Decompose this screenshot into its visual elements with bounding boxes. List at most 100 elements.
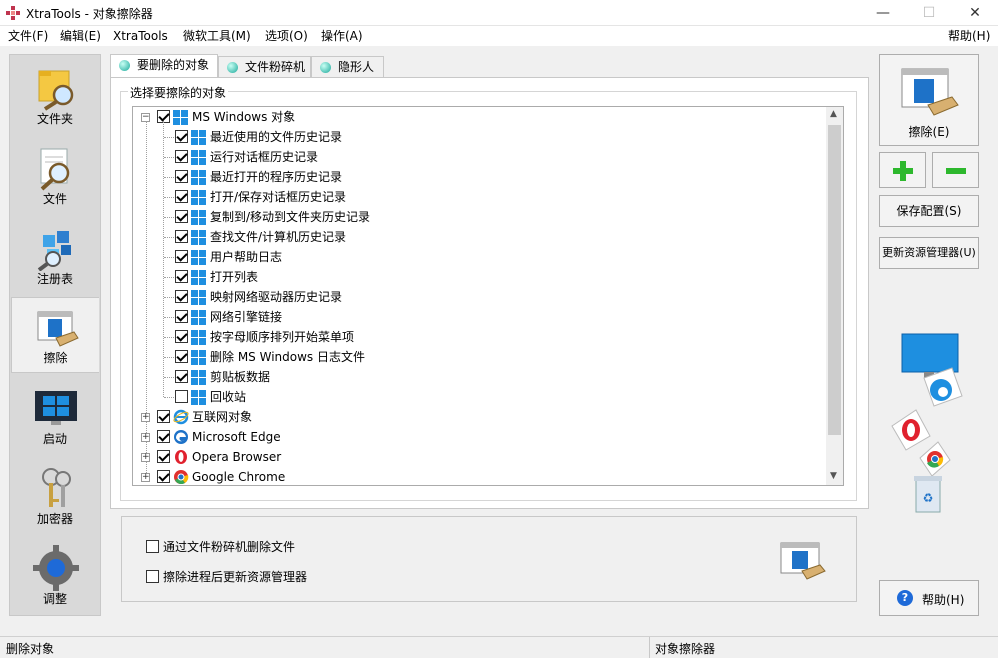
tree-item[interactable]: 网络引擎链接 — [133, 307, 823, 327]
expand-toggle-icon[interactable]: + — [141, 413, 150, 422]
close-button[interactable]: ✕ — [952, 0, 998, 26]
tree-checkbox[interactable] — [175, 150, 188, 163]
tree-item[interactable]: 删除 MS Windows 日志文件 — [133, 347, 823, 367]
tree-checkbox[interactable] — [175, 350, 188, 363]
recycle-bin-icon: ♻ — [914, 476, 942, 513]
menu-options[interactable]: 选项(O) — [261, 26, 312, 46]
tree-item[interactable]: 打开列表 — [133, 267, 823, 287]
menu-xtratools[interactable]: XtraTools — [109, 26, 172, 46]
tree-checkbox[interactable] — [175, 190, 188, 203]
option-shred-files[interactable]: 通过文件粉碎机删除文件 — [146, 538, 295, 556]
nav-startup[interactable]: 启动 — [11, 377, 99, 453]
tree-guide-line — [164, 377, 174, 378]
option-refresh-explorer[interactable]: 擦除进程后更新资源管理器 — [146, 568, 307, 586]
windows-logo-icon — [191, 230, 206, 245]
tree-checkbox[interactable] — [175, 210, 188, 223]
scroll-up-icon[interactable]: ▲ — [830, 109, 837, 119]
tree-root[interactable]: + Opera Browser — [133, 447, 823, 467]
tab-file-shredder[interactable]: 文件粉碎机 — [218, 56, 311, 78]
tree-root[interactable]: + Microsoft Edge — [133, 427, 823, 447]
add-button[interactable] — [879, 152, 926, 188]
tree-checkbox[interactable] — [157, 470, 170, 483]
keys-icon — [42, 468, 71, 507]
expand-toggle-icon[interactable]: + — [141, 433, 150, 442]
nav-tweak[interactable]: 调整 — [11, 537, 99, 613]
windows-logo-icon — [191, 390, 206, 405]
save-config-button[interactable]: 保存配置(S) — [879, 195, 979, 227]
nav-registry[interactable]: 注册表 — [11, 217, 99, 293]
tree-checkbox[interactable] — [175, 130, 188, 143]
tree-checkbox[interactable] — [175, 290, 188, 303]
tree-item[interactable]: 打开/保存对话框历史记录 — [133, 187, 823, 207]
nav-encryptor[interactable]: 加密器 — [11, 457, 99, 533]
tree-label: 互联网对象 — [192, 410, 253, 424]
maximize-button[interactable]: ☐ — [906, 0, 952, 26]
tab-invisible-man[interactable]: 隐形人 — [311, 56, 384, 78]
tree-item[interactable]: 回收站 — [133, 387, 823, 407]
nav-folder[interactable]: 文件夹 — [11, 57, 99, 133]
tree-guide-line — [164, 357, 174, 358]
tree-item[interactable]: 映射网络驱动器历史记录 — [133, 287, 823, 307]
tree-checkbox[interactable] — [157, 450, 170, 463]
erase-button[interactable]: 擦除(E) — [879, 54, 979, 146]
nav-erase[interactable]: 擦除 — [11, 297, 99, 373]
tree-checkbox[interactable] — [175, 390, 188, 403]
tree-item[interactable]: 最近使用的文件历史记录 — [133, 127, 823, 147]
menu-actions[interactable]: 操作(A) — [317, 26, 367, 46]
tree-item[interactable]: 用户帮助日志 — [133, 247, 823, 267]
tree-item[interactable]: 复制到/移动到文件夹历史记录 — [133, 207, 823, 227]
tree-checkbox[interactable] — [175, 330, 188, 343]
tree-label: Opera Browser — [192, 450, 282, 464]
status-left: 删除对象 — [6, 642, 55, 656]
menu-edit[interactable]: 编辑(E) — [56, 26, 105, 46]
windows-logo-icon — [191, 290, 206, 305]
tree-checkbox[interactable] — [175, 230, 188, 243]
update-explorer-button[interactable]: 更新资源管理器(U) — [879, 237, 979, 269]
tree-item[interactable]: 运行对话框历史记录 — [133, 147, 823, 167]
status-bar: 删除对象 对象擦除器 — [0, 636, 998, 658]
tree-root[interactable]: + Google Chrome — [133, 467, 823, 485]
object-tree[interactable]: − MS Windows 对象最近使用的文件历史记录运行对话框历史记录 最近打开的程… — [132, 106, 844, 486]
tree-checkbox[interactable] — [175, 370, 188, 383]
tree-item[interactable]: 剪贴板数据 — [133, 367, 823, 387]
help-button[interactable]: ? 帮助(H) — [879, 580, 979, 616]
remove-button[interactable] — [932, 152, 979, 188]
tree-guide-line — [164, 177, 174, 178]
tree-label: 最近使用的文件历史记录 — [210, 130, 343, 144]
windows-logo-icon — [191, 330, 206, 345]
tree-checkbox[interactable] — [175, 250, 188, 263]
erase-window-icon — [780, 542, 826, 580]
scroll-down-icon[interactable]: ▼ — [830, 471, 837, 481]
tree-root-ms-windows[interactable]: − MS Windows 对象 — [133, 107, 823, 127]
title-bar[interactable]: XtraTools - 对象擦除器 — ☐ ✕ — [0, 0, 998, 26]
tree-root[interactable]: + 互联网对象 — [133, 407, 823, 427]
tree-checkbox[interactable] — [157, 410, 170, 423]
tab-dot-icon — [320, 62, 331, 73]
tree-item[interactable]: 按字母顺序排列开始菜单项 — [133, 327, 823, 347]
nav-label: 文件 — [42, 192, 67, 206]
expand-toggle-icon[interactable]: + — [141, 453, 150, 462]
shred-files-checkbox[interactable] — [146, 540, 159, 553]
tab-dot-icon — [119, 60, 130, 71]
chrome-page-icon — [919, 441, 951, 477]
windows-logo-icon — [191, 190, 206, 205]
tree-item[interactable]: 最近打开的程序历史记录 — [133, 167, 823, 187]
browser-cleanup-illustration: ♻ — [891, 333, 963, 513]
tree-checkbox[interactable] — [175, 270, 188, 283]
menu-file[interactable]: 文件(F) — [4, 26, 52, 46]
refresh-explorer-checkbox[interactable] — [146, 570, 159, 583]
minimize-button[interactable]: — — [860, 0, 906, 26]
scrollbar-thumb[interactable] — [828, 125, 841, 435]
tree-item[interactable]: 查找文件/计算机历史记录 — [133, 227, 823, 247]
expand-toggle-icon[interactable]: + — [141, 473, 150, 482]
tab-objects-to-delete[interactable]: 要删除的对象 — [110, 54, 218, 78]
nav-label: 擦除 — [43, 351, 68, 365]
tree-checkbox[interactable] — [175, 310, 188, 323]
nav-file[interactable]: 文件 — [11, 137, 99, 213]
tree-checkbox[interactable] — [175, 170, 188, 183]
menu-ms-tools[interactable]: 微软工具(M) — [179, 26, 255, 46]
menu-help[interactable]: 帮助(H) — [944, 26, 994, 46]
tree-guide-line — [164, 157, 174, 158]
tree-checkbox[interactable] — [157, 430, 170, 443]
tree-guide-line — [164, 197, 174, 198]
